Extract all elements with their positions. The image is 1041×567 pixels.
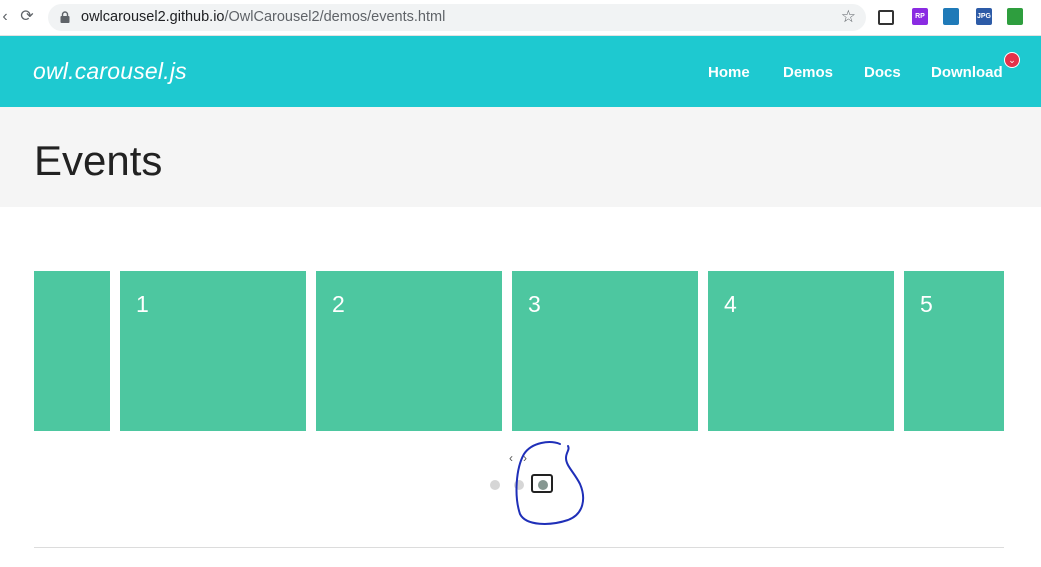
carousel-item[interactable]: 4 — [708, 271, 894, 431]
carousel-item-label: 2 — [332, 291, 345, 317]
carousel-item[interactable]: 3 — [512, 271, 698, 431]
nav-demos[interactable]: Demos — [783, 64, 833, 81]
chevron-down-icon[interactable]: ⌄ — [1004, 52, 1020, 68]
page-title: Events — [34, 137, 163, 184]
id-card-extension-icon[interactable] — [943, 8, 959, 25]
carousel-item-label: 3 — [528, 291, 541, 317]
rp-extension-icon[interactable]: RP — [912, 8, 928, 25]
flag-extension-icon[interactable] — [1007, 8, 1023, 25]
carousel-item[interactable]: 2 — [316, 271, 502, 431]
screenshot-extension-icon[interactable] — [878, 10, 894, 25]
nav-download[interactable]: Download — [931, 64, 1003, 81]
lock-icon — [60, 11, 70, 23]
carousel-item-label: 5 — [920, 291, 933, 317]
url-path: /OwlCarousel2/demos/events.html — [224, 9, 446, 25]
address-bar[interactable]: owlcarousel2.github.io/OwlCarousel2/demo… — [48, 4, 866, 31]
carousel-stage[interactable]: 1 2 3 4 5 — [34, 271, 1004, 431]
bookmark-star-icon[interactable]: ☆ — [841, 7, 856, 27]
brand-logo[interactable]: owl.carousel.js — [33, 58, 187, 85]
carousel-item-label: 1 — [136, 291, 149, 317]
carousel-item-label: 4 — [724, 291, 737, 317]
carousel-item[interactable]: 5 — [904, 271, 1004, 431]
title-band: Events — [0, 107, 1041, 207]
browser-toolbar: ‹ ⟳ owlcarousel2.github.io/OwlCarousel2/… — [0, 0, 1041, 36]
carousel-item[interactable]: 1 — [120, 271, 306, 431]
carousel-dot-1[interactable] — [490, 480, 500, 490]
site-header: owl.carousel.js Home Demos Docs Download… — [0, 36, 1041, 107]
reload-icon[interactable]: ⟳ — [16, 6, 38, 28]
jpg-extension-icon[interactable]: JPG — [976, 8, 992, 25]
url-host: owlcarousel2.github.io — [81, 9, 225, 25]
nav-home[interactable]: Home — [708, 64, 750, 81]
divider — [34, 547, 1004, 548]
carousel-item[interactable] — [34, 271, 110, 431]
nav-docs[interactable]: Docs — [864, 64, 901, 81]
hand-drawn-circle-annotation — [515, 441, 585, 525]
back-arrow-icon[interactable]: ‹ — [0, 6, 16, 28]
url-text[interactable]: owlcarousel2.github.io/OwlCarousel2/demo… — [81, 9, 445, 26]
